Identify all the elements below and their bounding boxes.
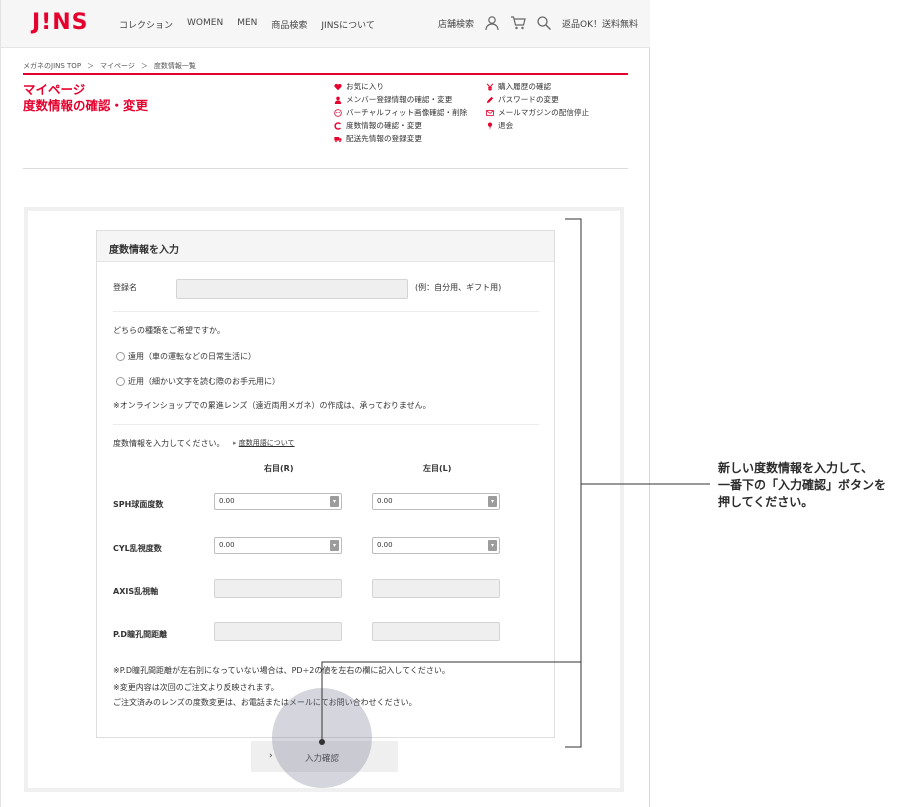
mypage-menu-left: お気に入り メンバー登録情報の確認・変更 バーチャルフィット画像確認・削除 度数… [334, 80, 467, 145]
search-icon[interactable] [536, 15, 552, 31]
breadcrumb-separator: ＞ [140, 62, 148, 70]
chevron-right-icon: › [269, 751, 273, 761]
user-icon [334, 96, 342, 104]
mypage-menu-right: 購入履歴の確認 パスワードの変更 メールマガジンの配信停止 退会 [486, 80, 589, 132]
left-eye-header: 左目(L) [423, 464, 452, 473]
section-divider [23, 168, 628, 169]
nav-product-search[interactable]: 商品検索 [271, 18, 307, 31]
dropdown-arrow-icon: ▾ [488, 540, 497, 551]
heart-icon [334, 83, 342, 90]
jins-logo[interactable]: J!NS [32, 10, 88, 35]
prescription-form: 度数情報を入力 登録名 (例：自分用、ギフト用) どちらの種類をご希望ですか。 … [96, 230, 555, 738]
cyl-left-select[interactable]: 0.00 ▾ [372, 537, 500, 554]
axis-left-input[interactable] [372, 579, 500, 598]
nav-women[interactable]: WOMEN [187, 18, 223, 31]
site-header: J!NS コレクション WOMEN MEN 商品検索 JINSについて 店舗検索… [1, 0, 650, 48]
breadcrumb-separator: ＞ [87, 62, 95, 70]
page-title-line-1: マイページ [23, 82, 86, 97]
right-eye-header: 右目(R) [264, 464, 294, 473]
global-nav: コレクション WOMEN MEN 商品検索 JINSについて [119, 18, 375, 31]
yen-icon [486, 82, 494, 91]
header-utility: 店舗検索 返品OK！送料無料 [438, 15, 638, 31]
menu-item-member-info[interactable]: メンバー登録情報の確認・変更 [334, 93, 467, 106]
lens-type-question: どちらの種類をご希望ですか。 [113, 326, 225, 335]
menu-item-withdraw[interactable]: 退会 [486, 119, 589, 132]
pin-icon [487, 122, 493, 130]
axis-right-input[interactable] [214, 579, 342, 598]
menu-item-favorites[interactable]: お気に入り [334, 80, 467, 93]
dropdown-arrow-icon: ▾ [330, 496, 339, 507]
annotation-callout: 新しい度数情報を入力して、 一番下の「入力確認」ボタンを 押してください。 [718, 461, 887, 509]
radio-near[interactable] [116, 377, 125, 386]
dropdown-arrow-icon: ▾ [488, 496, 497, 507]
breadcrumb-current: 度数情報一覧 [153, 62, 196, 70]
browser-page: J!NS コレクション WOMEN MEN 商品検索 JINSについて 店舗検索… [0, 0, 650, 807]
page-title-line-2: 度数情報の確認・変更 [23, 98, 149, 113]
pd-label: P.D瞳孔間距離 [113, 630, 168, 639]
pd-note: ※P.D瞳孔間距離が左右別になっていない場合は、PD÷2の値を左右の欄に記入して… [113, 666, 450, 675]
form-heading: 度数情報を入力 [97, 231, 554, 262]
dropdown-arrow-icon: ▾ [330, 540, 339, 551]
menu-item-newsletter[interactable]: メールマガジンの配信停止 [486, 106, 589, 119]
registration-name-label: 登録名 [113, 283, 137, 292]
glossary-link[interactable]: ▸ 度数用語について [233, 438, 295, 448]
menu-item-password[interactable]: パスワードの変更 [486, 93, 589, 106]
form-divider [113, 424, 539, 425]
power-input-prompt: 度数情報を入力してください。 [113, 439, 225, 448]
contact-note: ご注文済みのレンズの度数変更は、お電話またはメールにてお問い合わせください。 [113, 698, 417, 707]
nav-collection[interactable]: コレクション [119, 18, 173, 31]
pd-right-input[interactable] [214, 622, 342, 641]
axis-label: AXIS乱視軸 [113, 587, 159, 596]
nav-men[interactable]: MEN [237, 18, 257, 31]
pencil-icon [486, 96, 494, 103]
registration-name-hint: (例：自分用、ギフト用) [415, 283, 502, 292]
radio-distance[interactable] [116, 352, 125, 361]
breadcrumb-mypage[interactable]: マイページ [100, 61, 135, 71]
truck-icon [334, 136, 342, 142]
radio-distance-label[interactable]: 遠用（車の運転などの日常生活に） [128, 351, 256, 362]
title-rule [23, 73, 628, 75]
breadcrumb: メガネのJINS TOP ＞ マイページ ＞ 度数情報一覧 [23, 61, 196, 71]
cyl-right-select[interactable]: 0.00 ▾ [214, 537, 342, 554]
nav-about-jins[interactable]: JINSについて [321, 18, 374, 31]
store-search-link[interactable]: 店舗検索 [438, 17, 474, 30]
cyl-label: CYL乱視度数 [113, 544, 162, 553]
cart-icon[interactable] [510, 15, 526, 31]
free-shipping-note[interactable]: 返品OK！送料無料 [562, 17, 638, 30]
menu-item-virtual-fit[interactable]: バーチャルフィット画像確認・削除 [334, 106, 467, 119]
progressive-lens-note: ※オンラインショップでの累進レンズ（遠近両用メガネ）の作成は、承っておりません。 [113, 401, 431, 410]
tap-highlight [272, 688, 372, 788]
registration-name-input[interactable] [176, 279, 408, 299]
face-icon [334, 108, 342, 117]
menu-item-purchase-history[interactable]: 購入履歴の確認 [486, 80, 589, 93]
mail-icon [486, 109, 494, 116]
form-divider [113, 311, 539, 312]
change-apply-note: ※変更内容は次回のご注文より反映されます。 [113, 683, 279, 692]
pd-left-input[interactable] [372, 622, 500, 641]
sph-label: SPH球面度数 [113, 500, 164, 509]
menu-item-delivery-address[interactable]: 配送先情報の登録変更 [334, 132, 467, 145]
sph-left-select[interactable]: 0.00 ▾ [372, 493, 500, 510]
sph-right-select[interactable]: 0.00 ▾ [214, 493, 342, 510]
c-icon [334, 121, 341, 130]
user-icon[interactable] [484, 15, 500, 31]
breadcrumb-top[interactable]: メガネのJINS TOP [23, 61, 81, 71]
radio-near-label[interactable]: 近用（細かい文字を読む際のお手元用に） [128, 376, 280, 387]
menu-item-prescription[interactable]: 度数情報の確認・変更 [334, 119, 467, 132]
page-title: マイページ 度数情報の確認・変更 [23, 82, 148, 114]
